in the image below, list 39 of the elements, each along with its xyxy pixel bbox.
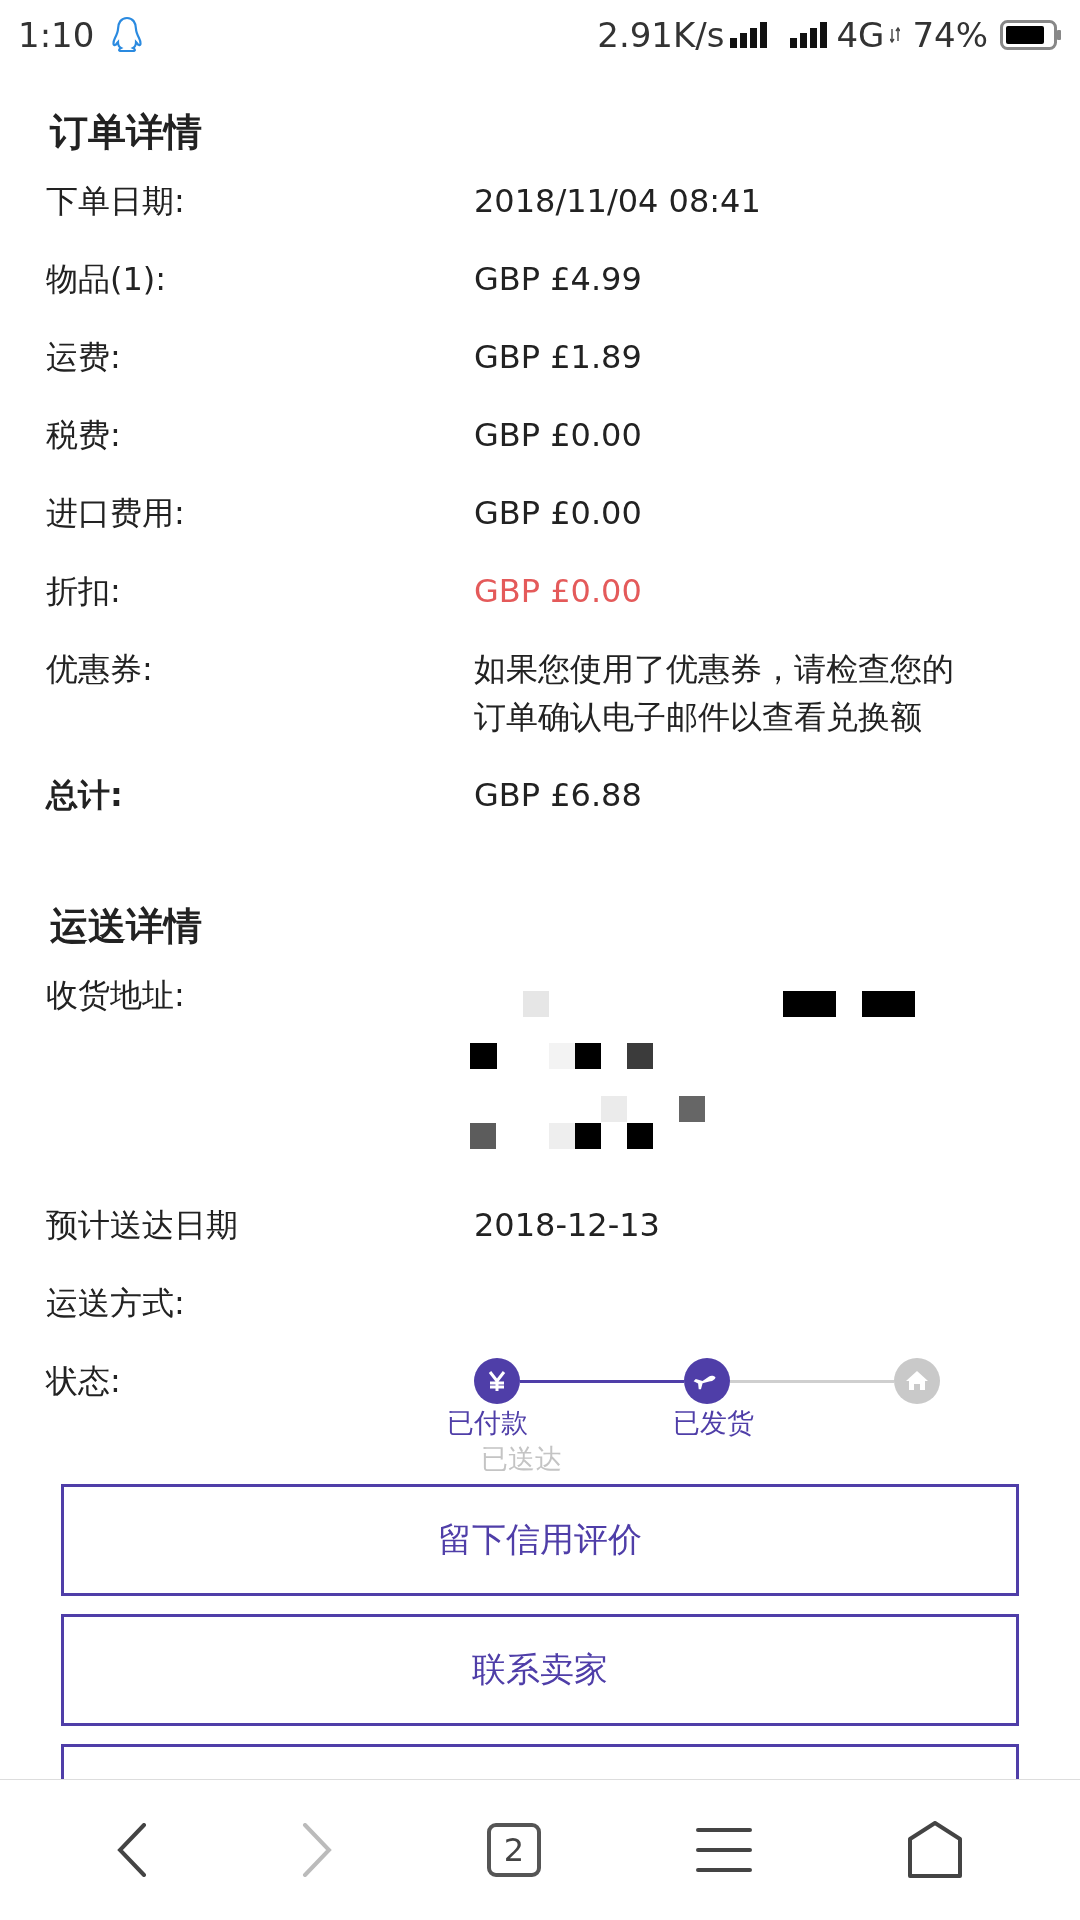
section-title: 运送详情 <box>49 903 203 950</box>
field-value: GBP £6.88 <box>474 775 643 816</box>
field-value: GBP £0.00 <box>474 571 643 612</box>
network-type: 4G <box>836 15 885 55</box>
step-label: 已付款 <box>447 1406 528 1440</box>
action-button[interactable]: 联系卖家 <box>61 1614 1019 1726</box>
field-value: GBP £0.00 <box>474 415 643 456</box>
home-icon[interactable] <box>906 1821 963 1879</box>
action-button[interactable]: 留下信用评价 <box>61 1484 1019 1596</box>
battery-icon <box>1000 20 1062 50</box>
field-label: 折扣: <box>46 571 122 612</box>
field-label: 状态: <box>46 1361 122 1402</box>
field-label: 预计送达日期 <box>46 1205 239 1246</box>
field-value: 2018/11/04 08:41 <box>474 181 762 222</box>
step-label: 已发货 <box>673 1406 754 1440</box>
field-label: 收货地址: <box>46 975 186 1016</box>
menu-icon[interactable] <box>695 1826 752 1874</box>
data-arrows-icon <box>890 27 901 43</box>
field-label: 运送方式: <box>46 1283 186 1324</box>
back-icon[interactable] <box>117 1823 148 1877</box>
field-label: 税费: <box>46 415 122 456</box>
field-label: 优惠券: <box>46 649 154 690</box>
clock-time: 1:10 <box>18 15 95 55</box>
tabs-button[interactable]: 2 <box>487 1823 541 1877</box>
field-label: 总计: <box>46 775 124 816</box>
field-value: 2018-12-13 <box>474 1205 661 1246</box>
field-value: 如果您使用了优惠券，请检查您的订单确认电子邮件以查看兑换额 <box>474 649 955 738</box>
field-value: GBP £1.89 <box>474 337 643 378</box>
field-label: 物品(1): <box>46 259 168 300</box>
step-label: 已送达 <box>481 1442 562 1476</box>
battery-percent: 74% <box>912 15 988 55</box>
network-speed: 2.91K/s <box>597 15 725 55</box>
field-value: GBP £0.00 <box>474 493 643 534</box>
penguin-icon <box>110 15 145 55</box>
field-label: 进口费用: <box>46 493 186 534</box>
section-title: 订单详情 <box>48 109 203 156</box>
field-label: 下单日期: <box>46 181 186 222</box>
field-value: GBP £4.99 <box>474 259 643 300</box>
field-label: 运费: <box>46 337 122 378</box>
